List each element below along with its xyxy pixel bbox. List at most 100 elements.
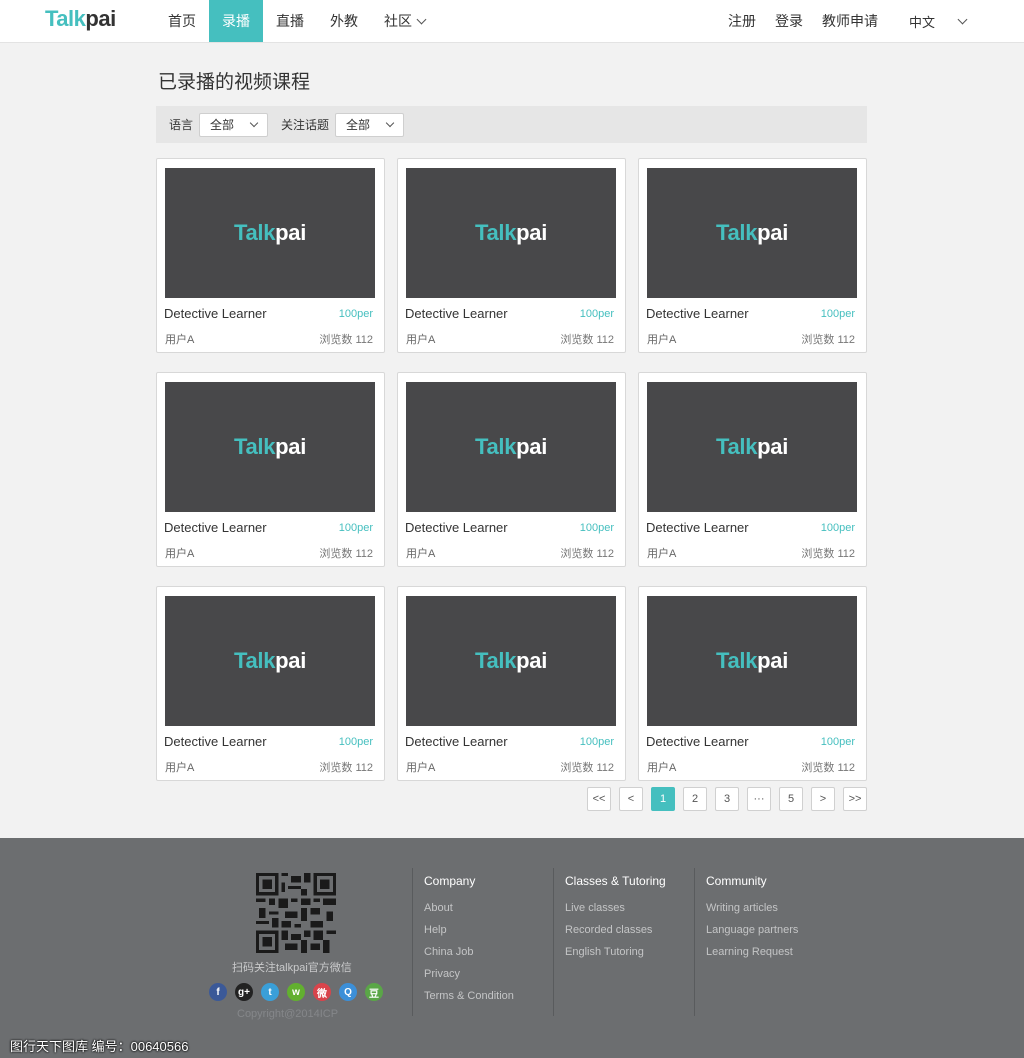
first-page-button[interactable]: << xyxy=(587,787,611,811)
course-title[interactable]: Detective Learner xyxy=(164,306,267,321)
qq-icon[interactable]: Q xyxy=(339,983,357,1001)
course-title[interactable]: Detective Learner xyxy=(405,520,508,535)
wechat-icon[interactable]: w xyxy=(287,983,305,1001)
footer-link[interactable]: Writing articles xyxy=(706,902,798,915)
footer-link[interactable]: Help xyxy=(424,924,514,937)
page-title: 已录播的视频课程 xyxy=(158,72,311,93)
course-card[interactable]: Talkpai Detective Learner 100per 用户A 浏览数… xyxy=(638,586,867,781)
course-card[interactable]: Talkpai Detective Learner 100per 用户A 浏览数… xyxy=(397,158,626,353)
prev-page-button[interactable]: < xyxy=(619,787,643,811)
footer-column-title: Company xyxy=(424,874,476,888)
course-thumbnail[interactable]: Talkpai xyxy=(406,168,616,298)
course-title[interactable]: Detective Learner xyxy=(646,306,749,321)
course-thumbnail[interactable]: Talkpai xyxy=(165,596,375,726)
facebook-icon[interactable]: f xyxy=(209,983,227,1001)
footer-link[interactable]: Recorded classes xyxy=(565,924,666,937)
twitter-icon[interactable]: t xyxy=(261,983,279,1001)
footer-link[interactable]: Terms & Condition xyxy=(424,990,514,1003)
last-page-button[interactable]: >> xyxy=(843,787,867,811)
course-thumbnail[interactable]: Talkpai xyxy=(165,168,375,298)
logo-part-pai: pai xyxy=(275,648,307,673)
language-filter-label: 语言 xyxy=(169,118,194,132)
course-card[interactable]: Talkpai Detective Learner 100per 用户A 浏览数… xyxy=(638,158,867,353)
course-views: 浏览数 112 xyxy=(801,762,855,774)
thumbnail-logo: Talkpai xyxy=(716,434,788,460)
course-views: 浏览数 112 xyxy=(560,762,614,774)
teacher-apply-link[interactable]: 教师申请 xyxy=(822,11,878,31)
page-ellipsis: ··· xyxy=(747,787,771,811)
weibo-icon[interactable]: 微 xyxy=(313,983,331,1001)
logo-part-pai: pai xyxy=(757,220,789,245)
nav-label: 首页 xyxy=(168,13,196,29)
logo-part-pai: pai xyxy=(757,434,789,459)
footer-link[interactable]: Live classes xyxy=(565,902,666,915)
footer-link[interactable]: Learning Request xyxy=(706,946,798,959)
course-title[interactable]: Detective Learner xyxy=(164,520,267,535)
course-title[interactable]: Detective Learner xyxy=(646,520,749,535)
logo-part-pai: pai xyxy=(275,434,307,459)
course-thumbnail[interactable]: Talkpai xyxy=(647,596,857,726)
next-page-button[interactable]: > xyxy=(811,787,835,811)
copyright: Copyright@2014ICP xyxy=(237,1008,339,1020)
google-plus-icon[interactable]: g+ xyxy=(235,983,253,1001)
course-author: 用户A xyxy=(647,762,677,774)
course-author: 用户A xyxy=(406,548,436,560)
nav-item-foreign-teachers[interactable]: 外教 xyxy=(317,0,371,42)
nav-item-community[interactable]: 社区 xyxy=(371,0,438,42)
course-title[interactable]: Detective Learner xyxy=(646,734,749,749)
douban-icon[interactable]: 豆 xyxy=(365,983,383,1001)
thumbnail-logo: Talkpai xyxy=(234,434,306,460)
logo-part-pai: pai xyxy=(85,6,116,31)
course-card[interactable]: Talkpai Detective Learner 100per 用户A 浏览数… xyxy=(397,586,626,781)
page-2-button[interactable]: 2 xyxy=(683,787,707,811)
nav-item-home[interactable]: 首页 xyxy=(155,0,209,42)
topic-filter-label: 关注话题 xyxy=(281,118,330,132)
nav-item-live[interactable]: 直播 xyxy=(263,0,317,42)
nav-item-recorded[interactable]: 录播 xyxy=(209,0,263,42)
page-3-button[interactable]: 3 xyxy=(715,787,739,811)
course-price: 100per xyxy=(338,308,373,320)
course-thumbnail[interactable]: Talkpai xyxy=(165,382,375,512)
logo-part-talk: Talk xyxy=(474,434,517,459)
course-thumbnail[interactable]: Talkpai xyxy=(647,168,857,298)
course-title[interactable]: Detective Learner xyxy=(405,734,508,749)
logo-part-talk: Talk xyxy=(45,6,86,31)
page-5-button[interactable]: 5 xyxy=(779,787,803,811)
footer-link[interactable]: China Job xyxy=(424,946,514,959)
course-title[interactable]: Detective Learner xyxy=(405,306,508,321)
course-thumbnail[interactable]: Talkpai xyxy=(406,382,616,512)
course-price: 100per xyxy=(820,736,855,748)
course-card[interactable]: Talkpai Detective Learner 100per 用户A 浏览数… xyxy=(156,372,385,567)
course-thumbnail[interactable]: Talkpai xyxy=(647,382,857,512)
course-card[interactable]: Talkpai Detective Learner 100per 用户A 浏览数… xyxy=(156,158,385,353)
course-title[interactable]: Detective Learner xyxy=(164,734,267,749)
logo-part-pai: pai xyxy=(757,648,789,673)
footer-link[interactable]: About xyxy=(424,902,514,915)
logo-part-talk: Talk xyxy=(474,220,517,245)
watermark: 图行天下图库 编号：00640566 xyxy=(10,1039,189,1054)
logo-part-pai: pai xyxy=(516,648,548,673)
topic-filter-select[interactable]: 全部 xyxy=(335,112,405,137)
course-card[interactable]: Talkpai Detective Learner 100per 用户A 浏览数… xyxy=(397,372,626,567)
course-views: 浏览数 112 xyxy=(801,548,855,560)
course-price: 100per xyxy=(579,736,614,748)
login-link[interactable]: 登录 xyxy=(775,11,803,31)
footer-link[interactable]: Privacy xyxy=(424,968,514,981)
course-views: 浏览数 112 xyxy=(319,762,373,774)
footer-link[interactable]: Language partners xyxy=(706,924,798,937)
site-footer: 扫码关注talkpai官方微信 f g+ t w 微 Q 豆 Copyright@2014I… xyxy=(0,838,1024,1058)
course-card[interactable]: Talkpai Detective Learner 100per 用户A 浏览数… xyxy=(638,372,867,567)
qr-code-icon xyxy=(256,873,336,953)
footer-link[interactable]: English Tutoring xyxy=(565,946,666,959)
thumbnail-logo: Talkpai xyxy=(716,648,788,674)
course-card[interactable]: Talkpai Detective Learner 100per 用户A 浏览数… xyxy=(156,586,385,781)
column-divider xyxy=(412,868,413,1016)
language-selector[interactable]: 中文 xyxy=(909,12,968,31)
page-1-button[interactable]: 1 xyxy=(651,787,675,811)
language-filter-select[interactable]: 全部 xyxy=(199,112,269,137)
register-link[interactable]: 注册 xyxy=(728,11,756,31)
logo-part-talk: Talk xyxy=(715,220,758,245)
course-thumbnail[interactable]: Talkpai xyxy=(406,596,616,726)
logo-part-talk: Talk xyxy=(715,648,758,673)
site-logo[interactable]: Talkpai xyxy=(45,6,116,32)
